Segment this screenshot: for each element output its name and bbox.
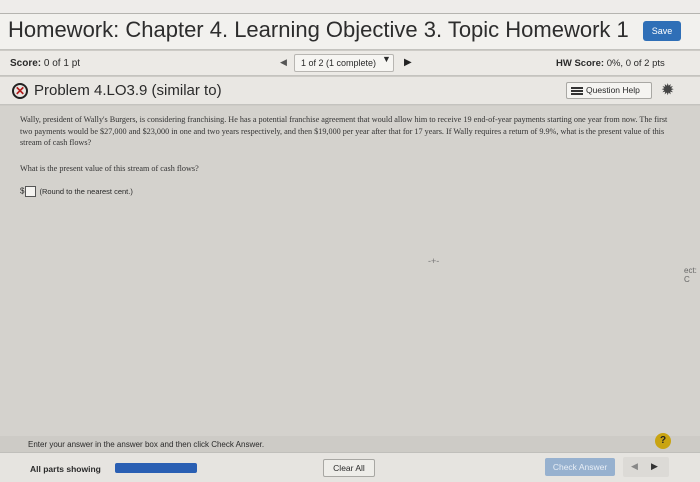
problem-header: ✕ Problem 4.LO3.9 (similar to) Question … [0, 77, 700, 105]
question-help-button[interactable]: Question Help [566, 82, 652, 99]
parts-label: All parts showing [30, 464, 101, 474]
score: Score: 0 of 1 pt [10, 58, 80, 69]
list-icon [571, 86, 583, 96]
save-button[interactable]: Save [643, 21, 681, 41]
question-text: What is the present value of this stream… [20, 164, 199, 173]
stray-mark: -+- [428, 256, 440, 266]
score-bar: Score: 0 of 1 pt ◀ 1 of 2 (1 complete) ▼… [0, 51, 700, 76]
clear-all-button[interactable]: Clear All [323, 459, 375, 477]
progress-fill [115, 463, 197, 473]
answer-input[interactable] [25, 186, 37, 197]
gear-icon[interactable]: ✹ [661, 80, 674, 100]
question-selector[interactable]: 1 of 2 (1 complete) [294, 54, 394, 72]
browser-top-strip [0, 0, 700, 14]
chevron-down-icon[interactable]: ▼ [382, 54, 391, 64]
previous-part-icon[interactable]: ◀ [631, 461, 638, 472]
score-value: 0 of 1 pt [43, 58, 81, 69]
next-part-icon[interactable]: ▶ [651, 461, 658, 472]
page-title: Homework: Chapter 4. Learning Objective … [8, 17, 629, 42]
instruction-text: Enter your answer in the answer box and … [28, 440, 265, 449]
progress-bar [115, 463, 197, 473]
hw-score: HW Score: 0%, 0 of 2 pts [556, 58, 665, 69]
question-help-label: Question Help [586, 85, 640, 95]
x-circle-icon: ✕ [12, 83, 28, 99]
answer-row: $ (Round to the nearest cent.) [20, 186, 133, 197]
hw-score-label: HW Score: [556, 58, 605, 69]
answer-note: (Round to the nearest cent.) [39, 187, 133, 196]
problem-title: Problem 4.LO3.9 (similar to) [34, 82, 222, 99]
currency-symbol: $ [20, 186, 25, 196]
part-navigation: ◀ ▶ [623, 457, 669, 477]
hw-score-value: 0%, 0 of 2 pts [606, 58, 665, 69]
title-bar: Homework: Chapter 4. Learning Objective … [0, 14, 700, 50]
question-selector-label: 1 of 2 (1 complete) [301, 58, 377, 68]
previous-question-icon[interactable]: ◀ [280, 57, 287, 68]
problem-content: Wally, president of Wally's Burgers, is … [0, 106, 700, 436]
check-answer-button[interactable]: Check Answer [545, 458, 615, 476]
problem-statement: Wally, president of Wally's Burgers, is … [20, 115, 668, 147]
score-label: Score: [10, 58, 42, 69]
next-question-icon[interactable]: ▶ [404, 57, 412, 68]
bottom-bar: All parts showing Clear All Check Answer… [0, 452, 700, 482]
edge-text: ect: C [684, 266, 697, 284]
help-icon[interactable]: ? [655, 433, 671, 449]
